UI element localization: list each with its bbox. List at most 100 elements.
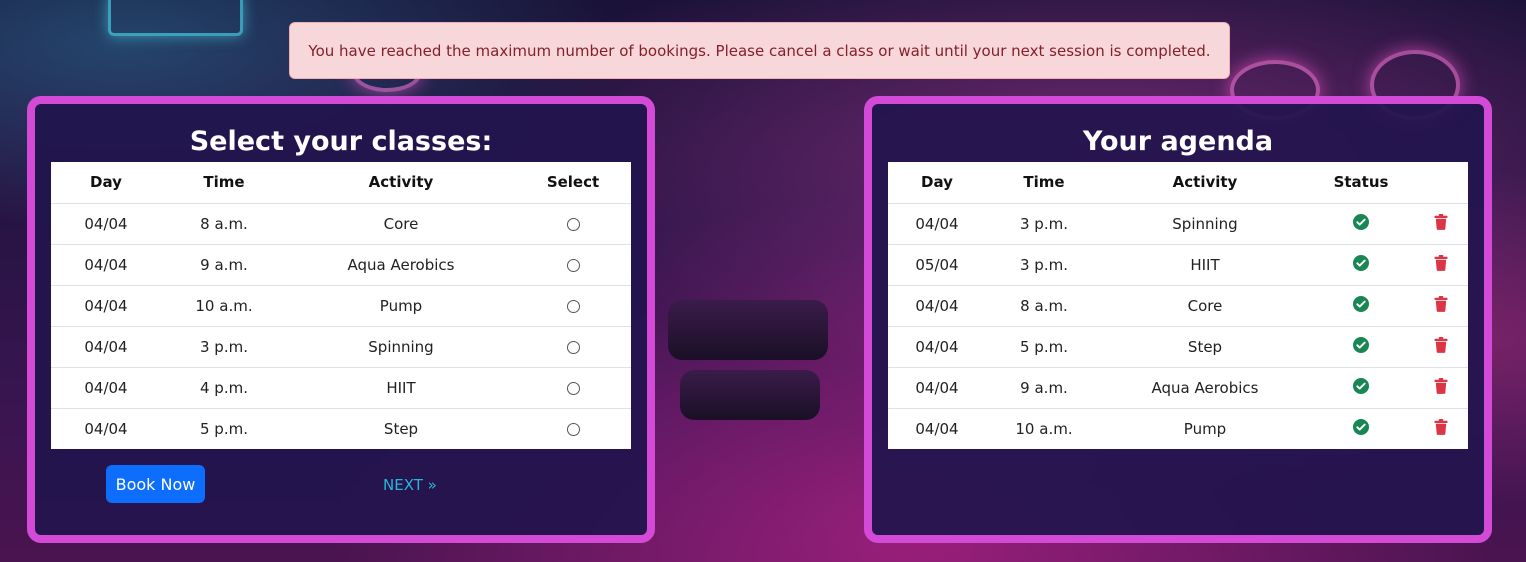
trash-icon[interactable]	[1434, 336, 1448, 357]
cell-time: 10 a.m.	[1015, 419, 1073, 438]
classes-table: Day Time Activity Select 04/04 8 a.m. Co…	[51, 162, 631, 449]
treadmill-decoration	[668, 300, 828, 360]
cell-activity: Aqua Aerobics	[287, 244, 515, 286]
cell-select	[515, 244, 631, 286]
cell-status	[1308, 244, 1414, 286]
column-header: Select	[515, 162, 631, 204]
table-header-row: Day Time Activity Select	[51, 162, 631, 204]
column-header: Day	[888, 162, 986, 204]
cell-activity: Step	[383, 419, 419, 438]
check-circle-icon	[1353, 336, 1369, 357]
cell-time: 3 p.m.	[986, 203, 1102, 245]
cell-time: 5 p.m.	[986, 326, 1102, 368]
cell-activity: HIIT	[287, 367, 515, 409]
select-class-radio[interactable]	[566, 340, 580, 354]
table-row: 04/04 9 a.m. Aqua Aerobics	[51, 244, 631, 286]
cell-delete	[1414, 203, 1468, 245]
treadmill-decoration	[680, 370, 820, 420]
trash-icon[interactable]	[1434, 213, 1448, 234]
cell-status	[1308, 285, 1414, 327]
check-circle-icon	[1353, 213, 1369, 234]
cell-activity: HIIT	[1102, 244, 1308, 286]
cell-status	[1308, 408, 1414, 449]
trash-icon[interactable]	[1434, 254, 1448, 275]
column-header: Activity	[287, 162, 515, 204]
table-row: 04/04 8 a.m. Core	[888, 285, 1468, 327]
cell-activity: Aqua Aerobics	[1102, 367, 1308, 409]
cell-activity: Core	[1102, 285, 1308, 327]
table-row: 04/04 4 p.m. HIIT	[51, 367, 631, 409]
table-row: 04/04 8 a.m. Core	[51, 203, 631, 245]
column-header	[1414, 162, 1468, 204]
cell-time: 9 a.m.	[986, 367, 1102, 409]
cell-time: 10 a.m.	[161, 285, 287, 327]
cell-status	[1308, 367, 1414, 409]
cell-time: 8 a.m.	[986, 285, 1102, 327]
cell-delete	[1414, 367, 1468, 409]
cell-day: 04/04	[915, 419, 959, 438]
table-row: 04/04 10 a.m. Pump	[51, 285, 631, 327]
column-header: Day	[51, 162, 161, 204]
trash-icon[interactable]	[1434, 295, 1448, 316]
table-row: 05/04 3 p.m. HIIT	[888, 244, 1468, 286]
check-circle-icon	[1353, 295, 1369, 316]
book-now-button[interactable]: Book Now	[106, 465, 205, 503]
agenda-title: Your agenda	[1082, 126, 1274, 157]
select-class-radio[interactable]	[566, 258, 580, 272]
agenda-panel: Your agenda Day Time Activity Status 04/…	[864, 96, 1492, 543]
cell-day: 04/04	[888, 326, 986, 368]
select-classes-title: Select your classes:	[189, 126, 493, 157]
agenda-table: Day Time Activity Status 04/04 3 p.m. Sp…	[888, 162, 1468, 449]
select-class-radio[interactable]	[566, 422, 580, 436]
cell-day: 04/04	[888, 285, 986, 327]
trash-icon[interactable]	[1434, 418, 1448, 439]
cell-delete	[1414, 244, 1468, 286]
cell-activity: Pump	[287, 285, 515, 327]
column-header: Time	[986, 162, 1102, 204]
cell-select	[515, 326, 631, 368]
cell-day: 04/04	[888, 367, 986, 409]
select-class-radio[interactable]	[566, 381, 580, 395]
cell-day: 04/04	[84, 419, 128, 438]
max-bookings-alert: You have reached the maximum number of b…	[289, 22, 1230, 79]
cell-activity: Spinning	[287, 326, 515, 368]
cell-day: 04/04	[51, 244, 161, 286]
next-page-link[interactable]: NEXT »	[383, 476, 437, 494]
cell-time: 3 p.m.	[986, 244, 1102, 286]
cell-select	[515, 367, 631, 409]
cell-activity: Step	[1102, 326, 1308, 368]
table-row: 04/04 5 p.m. Step	[888, 326, 1468, 368]
cell-select	[515, 285, 631, 327]
cell-activity: Spinning	[1102, 203, 1308, 245]
cell-day: 05/04	[888, 244, 986, 286]
column-header: Status	[1308, 162, 1414, 204]
select-class-radio[interactable]	[566, 299, 580, 313]
select-classes-panel: Select your classes: Day Time Activity S…	[27, 96, 655, 543]
cell-activity: Pump	[1183, 419, 1227, 438]
cell-day: 04/04	[51, 326, 161, 368]
cell-time: 5 p.m.	[200, 419, 248, 438]
cell-activity: Core	[287, 203, 515, 245]
cell-time: 3 p.m.	[161, 326, 287, 368]
cell-delete	[1414, 408, 1468, 449]
alert-message: You have reached the maximum number of b…	[308, 41, 1211, 60]
column-header: Activity	[1102, 162, 1308, 204]
cell-day: 04/04	[51, 203, 161, 245]
trash-icon[interactable]	[1434, 377, 1448, 398]
cell-status	[1308, 203, 1414, 245]
cell-time: 8 a.m.	[161, 203, 287, 245]
cell-day: 04/04	[51, 285, 161, 327]
cell-day: 04/04	[888, 203, 986, 245]
cell-time: 9 a.m.	[161, 244, 287, 286]
table-row: 04/04 10 a.m. Pump	[888, 408, 1468, 449]
cell-select	[515, 203, 631, 245]
cell-status	[1308, 326, 1414, 368]
select-class-radio[interactable]	[566, 217, 580, 231]
table-row: 04/04 9 a.m. Aqua Aerobics	[888, 367, 1468, 409]
check-circle-icon	[1353, 418, 1369, 439]
cell-delete	[1414, 285, 1468, 327]
cell-select	[515, 408, 631, 449]
table-row: 04/04 5 p.m. Step	[51, 408, 631, 449]
cell-day: 04/04	[51, 367, 161, 409]
cell-time: 4 p.m.	[161, 367, 287, 409]
